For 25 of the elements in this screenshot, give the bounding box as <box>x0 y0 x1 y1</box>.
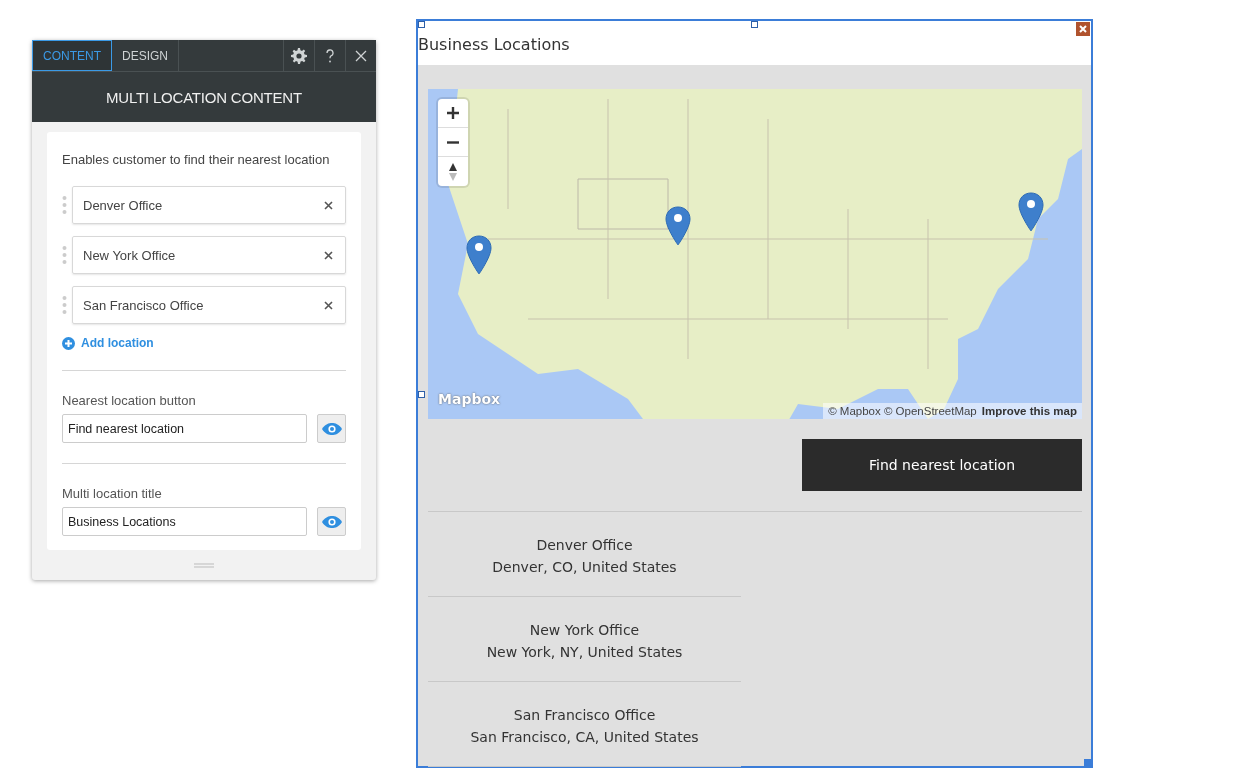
widget-title: Business Locations <box>418 34 570 54</box>
panel-tab[interactable]: DESIGN <box>112 40 179 71</box>
map-attribution: © Mapbox © OpenStreetMap <box>828 405 977 417</box>
location-name: Denver Office <box>83 197 163 213</box>
location-address: San Francisco, CA, United States <box>470 729 699 745</box>
panel-tab[interactable]: CONTENT <box>32 40 112 71</box>
location-item[interactable]: New York Office <box>72 236 346 274</box>
location-name: San Francisco Office <box>83 297 204 313</box>
location-name: New York Office <box>83 247 176 263</box>
text-field[interactable]: Business Locations <box>62 507 307 536</box>
location-item[interactable]: San Francisco Office <box>72 286 346 324</box>
map-logo: Mapbox <box>438 391 501 407</box>
location-name: San Francisco Office <box>513 707 656 723</box>
panel-title: MULTI LOCATION CONTENT <box>106 88 302 106</box>
text-field[interactable]: Find nearest location <box>62 414 307 443</box>
location-address: Denver, CO, United States <box>492 559 677 575</box>
improve-map-link[interactable]: Improve this map <box>981 405 1077 417</box>
location-item[interactable]: Denver Office <box>72 186 346 224</box>
location-address: New York, NY, United States <box>486 644 683 660</box>
location-name: Denver Office <box>536 537 633 553</box>
find-nearest-button[interactable]: Find nearest location <box>802 439 1082 491</box>
field-label: Nearest location button <box>62 393 197 408</box>
location-name: New York Office <box>529 622 640 638</box>
panel-description: Enables customer to find their nearest location <box>62 152 331 167</box>
field-label: Multi location title <box>62 486 163 501</box>
